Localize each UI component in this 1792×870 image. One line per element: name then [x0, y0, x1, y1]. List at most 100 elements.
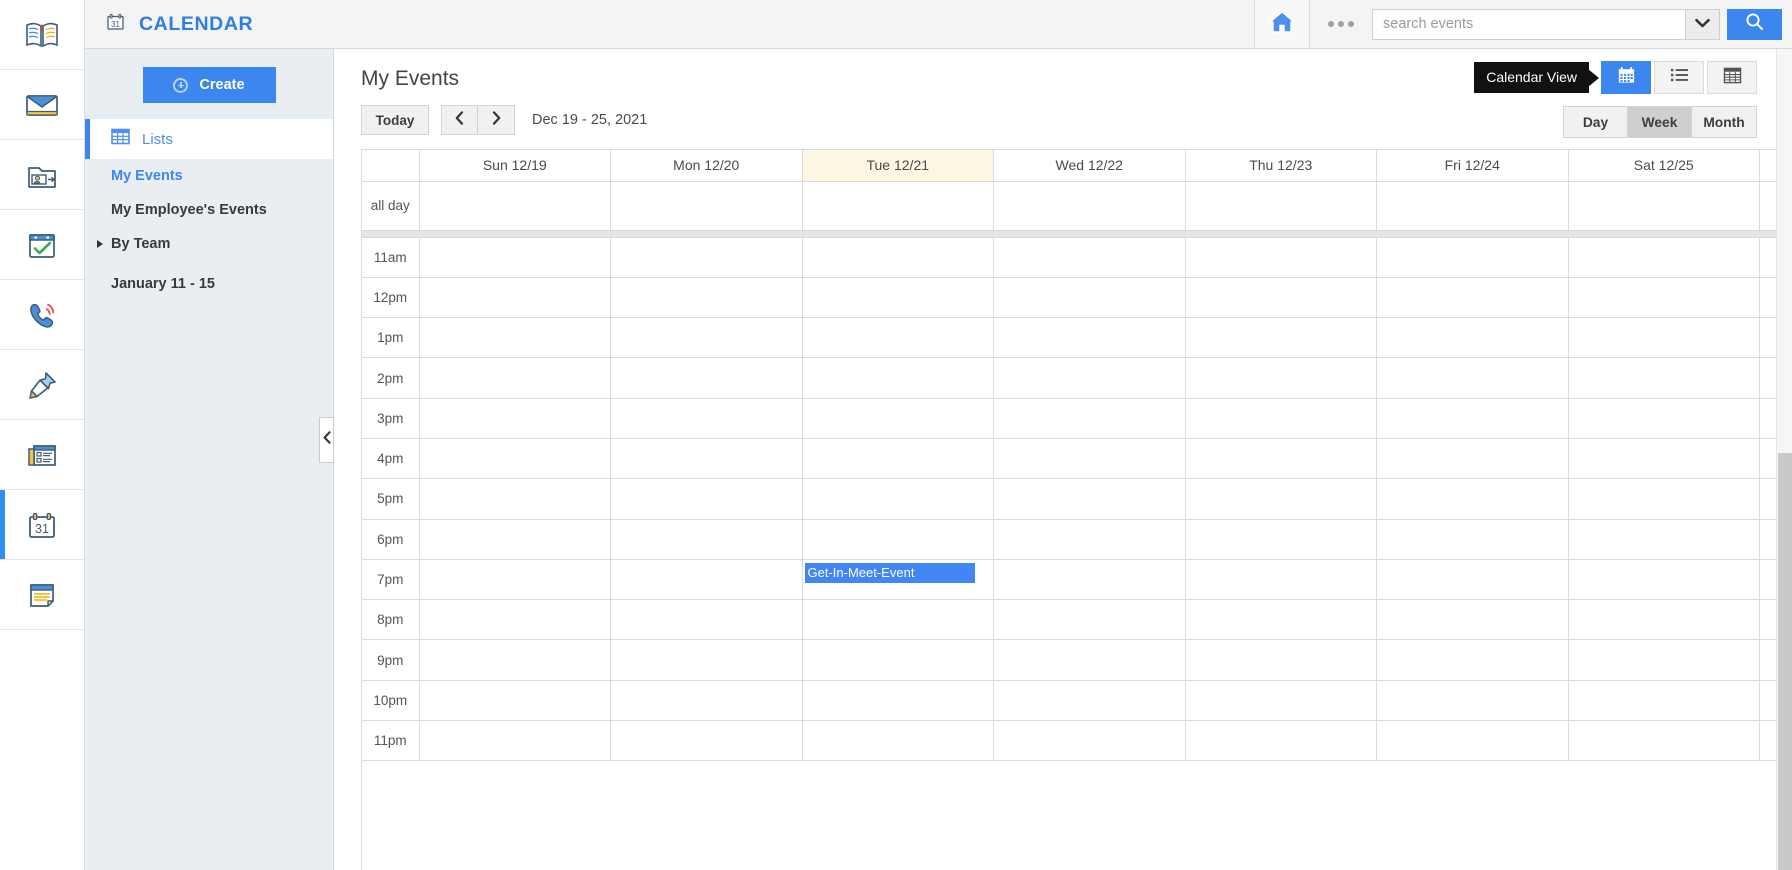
- slot-cell[interactable]: [610, 237, 803, 278]
- previous-week-button[interactable]: [441, 105, 478, 135]
- slot-cell[interactable]: [1376, 680, 1569, 722]
- slot-cell[interactable]: [993, 519, 1186, 560]
- slot-cell[interactable]: [1185, 639, 1377, 681]
- slot-cell[interactable]: [419, 680, 611, 722]
- all-day-cell[interactable]: [1568, 181, 1760, 231]
- slot-cell[interactable]: [802, 357, 994, 399]
- list-view-button[interactable]: [1654, 61, 1704, 94]
- slot-cell[interactable]: [1568, 438, 1760, 480]
- rail-item-pin[interactable]: [0, 350, 84, 420]
- slot-cell[interactable]: [993, 680, 1186, 722]
- slot-cell[interactable]: [610, 680, 803, 722]
- all-day-cell[interactable]: [993, 181, 1186, 231]
- today-button[interactable]: Today: [361, 105, 429, 135]
- slot-cell[interactable]: [1185, 559, 1377, 601]
- slot-cell[interactable]: [1568, 599, 1760, 641]
- day-header-tue-today[interactable]: Tue 12/21: [802, 150, 994, 182]
- slot-cell[interactable]: [802, 639, 994, 681]
- slot-cell[interactable]: [1376, 599, 1569, 641]
- slot-cell[interactable]: [1185, 357, 1377, 399]
- slot-cell[interactable]: [802, 599, 994, 641]
- slot-cell[interactable]: [1185, 519, 1377, 560]
- rail-item-tasks[interactable]: [0, 210, 84, 280]
- slot-cell[interactable]: [1376, 277, 1569, 319]
- rail-item-calendar[interactable]: 31: [0, 490, 84, 560]
- slot-cell[interactable]: [1568, 277, 1760, 319]
- slot-cell[interactable]: [610, 438, 803, 480]
- day-view-button[interactable]: Day: [1564, 107, 1628, 137]
- day-header-fri[interactable]: Fri 12/24: [1376, 150, 1569, 182]
- slot-cell[interactable]: [419, 277, 611, 319]
- scrollbar-thumb[interactable]: [1778, 453, 1792, 870]
- slot-cell[interactable]: [802, 680, 994, 722]
- overflow-menu-button[interactable]: [1310, 0, 1372, 48]
- slot-cell[interactable]: [1185, 438, 1377, 480]
- slot-cell[interactable]: [1568, 559, 1760, 601]
- slot-cell[interactable]: [1568, 398, 1760, 439]
- slot-cell[interactable]: [993, 478, 1186, 520]
- sidebar-item-january-11-15[interactable]: January 11 - 15: [85, 267, 333, 301]
- slot-cell[interactable]: [1376, 519, 1569, 560]
- rail-item-contacts[interactable]: [0, 140, 84, 210]
- slot-cell[interactable]: [993, 599, 1186, 641]
- rail-item-news[interactable]: [0, 420, 84, 490]
- slot-cell[interactable]: [1376, 478, 1569, 520]
- slot-cell[interactable]: [1185, 237, 1377, 278]
- slot-cell[interactable]: [419, 317, 611, 359]
- slot-cell[interactable]: [610, 720, 803, 762]
- slot-cell[interactable]: [1185, 680, 1377, 722]
- day-header-thu[interactable]: Thu 12/23: [1185, 150, 1377, 182]
- slot-cell[interactable]: [610, 398, 803, 439]
- slot-cell[interactable]: [419, 599, 611, 641]
- slot-cell[interactable]: [1376, 559, 1569, 601]
- slot-cell[interactable]: [610, 317, 803, 359]
- rail-item-mail[interactable]: [0, 70, 84, 140]
- slot-cell[interactable]: [802, 398, 994, 439]
- slot-cell[interactable]: [610, 599, 803, 641]
- day-header-sat[interactable]: Sat 12/25: [1568, 150, 1760, 182]
- sidebar-item-by-team[interactable]: By Team: [85, 227, 333, 261]
- slot-cell[interactable]: [1568, 639, 1760, 681]
- all-day-cell[interactable]: [1376, 181, 1569, 231]
- month-view-button[interactable]: Month: [1692, 107, 1756, 137]
- all-day-cell[interactable]: [802, 181, 994, 231]
- slot-cell[interactable]: [1185, 277, 1377, 319]
- slot-cell[interactable]: [802, 720, 994, 762]
- day-header-mon[interactable]: Mon 12/20: [610, 150, 803, 182]
- rail-item-open-book[interactable]: [0, 0, 84, 70]
- slot-cell[interactable]: [1568, 317, 1760, 359]
- create-button[interactable]: Create: [142, 67, 276, 103]
- slot-cell[interactable]: [419, 639, 611, 681]
- sidebar-item-my-employees-events[interactable]: My Employee's Events: [85, 193, 333, 227]
- slot-cell[interactable]: [419, 559, 611, 601]
- search-options-dropdown[interactable]: [1685, 9, 1719, 39]
- slot-cell[interactable]: [1568, 357, 1760, 399]
- slot-cell[interactable]: [419, 438, 611, 480]
- next-week-button[interactable]: [478, 105, 515, 135]
- slot-cell[interactable]: [1568, 680, 1760, 722]
- slot-cell[interactable]: [419, 357, 611, 399]
- slot-cell[interactable]: [1185, 599, 1377, 641]
- calendar-event-get-in-meet-event[interactable]: Get-In-Meet-Event: [804, 562, 975, 583]
- search-submit-button[interactable]: [1727, 8, 1782, 40]
- rail-item-notes[interactable]: [0, 560, 84, 630]
- all-day-cell[interactable]: [1185, 181, 1377, 231]
- slot-cell[interactable]: [1185, 478, 1377, 520]
- slot-cell[interactable]: [993, 639, 1186, 681]
- calendar-view-button[interactable]: [1601, 61, 1651, 94]
- slot-cell[interactable]: [802, 438, 994, 480]
- slot-cell[interactable]: [610, 277, 803, 319]
- slot-cell[interactable]: [1185, 317, 1377, 359]
- slot-cell[interactable]: [993, 277, 1186, 319]
- day-header-wed[interactable]: Wed 12/22: [993, 150, 1186, 182]
- slot-cell[interactable]: [1568, 237, 1760, 278]
- sidebar-section-lists[interactable]: Lists: [85, 119, 333, 159]
- sidebar-item-my-events[interactable]: My Events: [85, 159, 333, 193]
- slot-cell[interactable]: [1568, 519, 1760, 560]
- slot-cell[interactable]: [1376, 317, 1569, 359]
- slot-cell[interactable]: [419, 478, 611, 520]
- slot-cell[interactable]: [1376, 237, 1569, 278]
- slot-cell[interactable]: [802, 317, 994, 359]
- slot-cell[interactable]: [419, 398, 611, 439]
- slot-cell[interactable]: [1568, 720, 1760, 762]
